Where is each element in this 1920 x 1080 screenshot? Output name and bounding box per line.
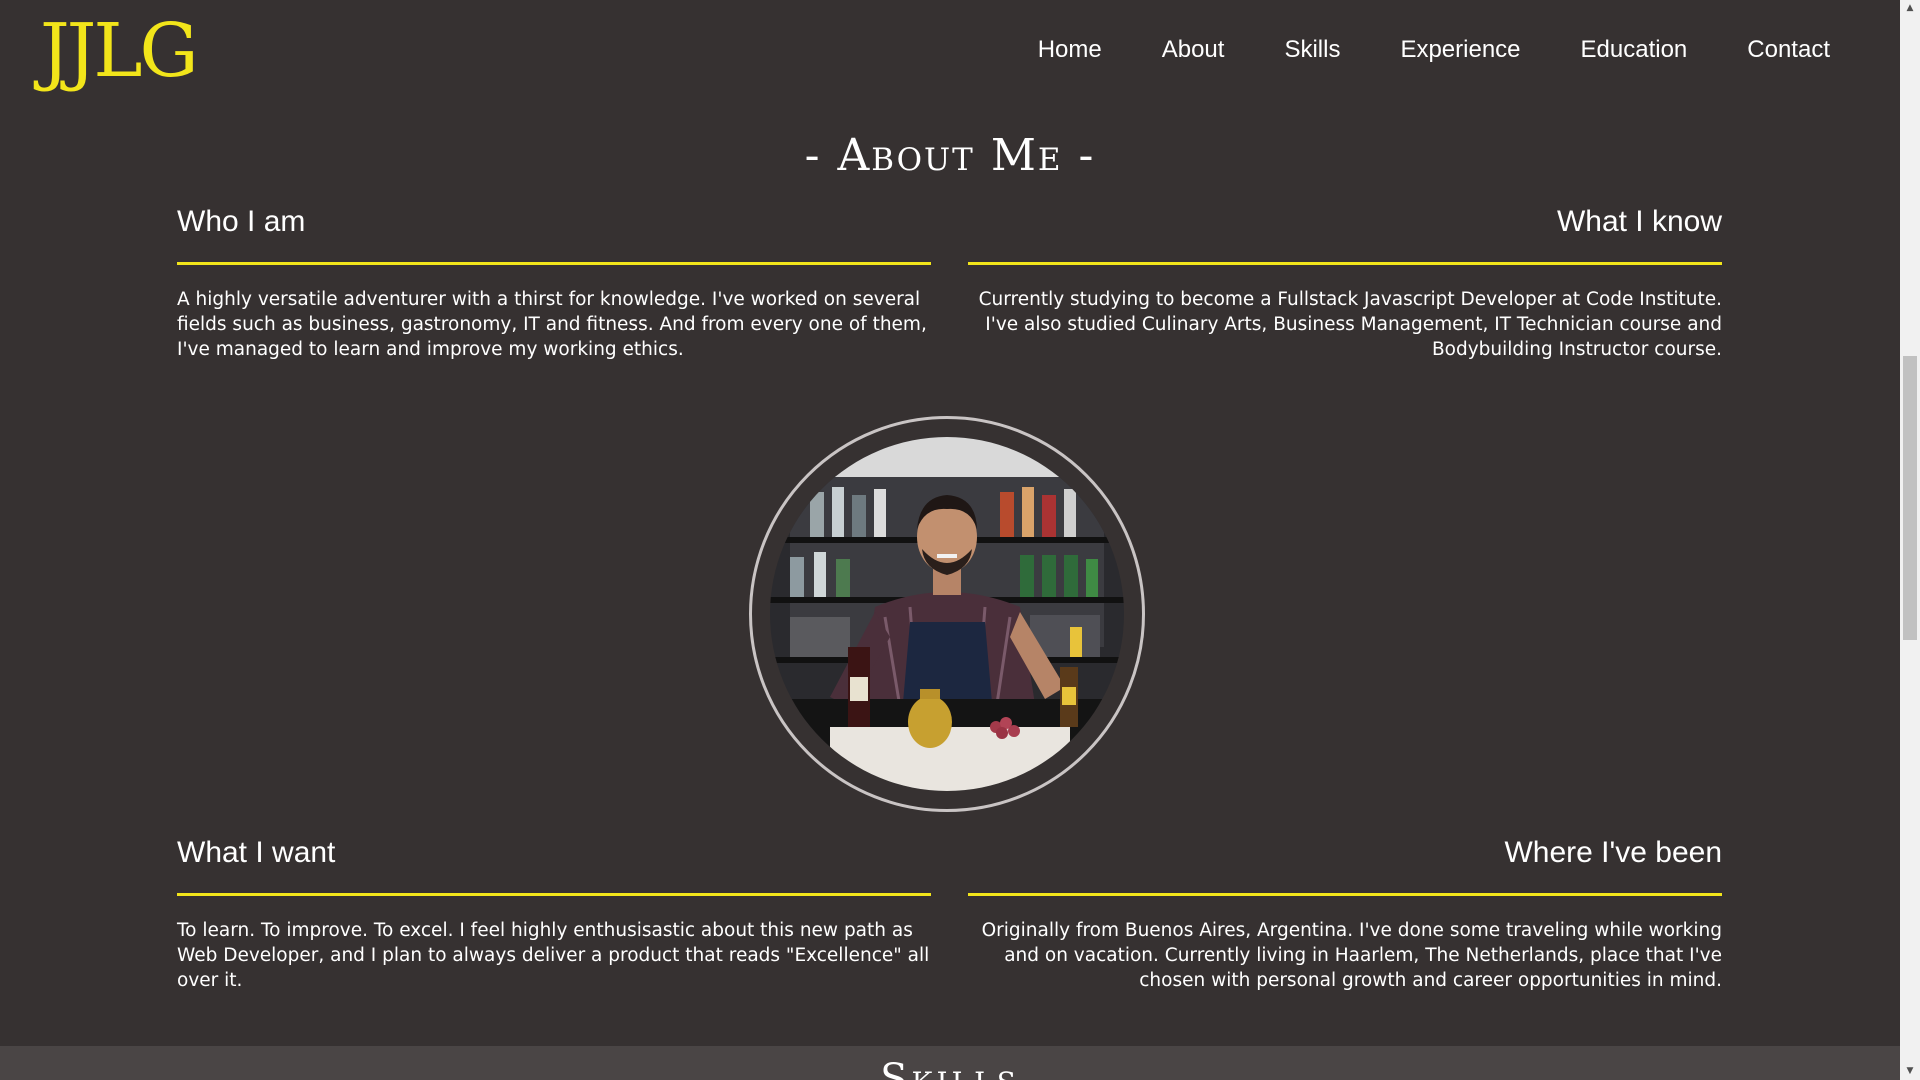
yellow-divider	[177, 893, 931, 896]
who-i-am-heading: Who I am	[177, 205, 306, 238]
what-i-know-heading: What I know	[1556, 205, 1722, 238]
yellow-divider	[968, 893, 1722, 896]
what-i-want-block: What I want To learn. To improve. To exc…	[177, 833, 931, 993]
what-i-know-block: What I know Currently studying to become…	[968, 202, 1722, 362]
skills-section-title: Skills	[880, 1056, 1020, 1080]
what-i-want-heading: What I want	[177, 836, 336, 869]
nav-about[interactable]: About	[1162, 36, 1225, 64]
where-ive-been-block: Where I've been Originally from Buenos A…	[968, 833, 1722, 993]
what-i-know-text: Currently studying to become a Fullstack…	[978, 289, 1722, 360]
where-ive-been-text: Originally from Buenos Aires, Argentina.…	[981, 920, 1722, 991]
yellow-divider	[968, 262, 1722, 265]
where-ive-been-heading: Where I've been	[1504, 836, 1722, 869]
nav-education[interactable]: Education	[1581, 36, 1688, 64]
yellow-divider	[177, 262, 931, 265]
who-i-am-block: Who I am A highly versatile adventurer w…	[177, 202, 931, 362]
scroll-up-arrow-icon[interactable]: ▲	[1900, 0, 1920, 17]
nav-experience[interactable]: Experience	[1400, 36, 1520, 64]
nav-home[interactable]: Home	[1038, 36, 1102, 64]
nav-contact[interactable]: Contact	[1747, 36, 1830, 64]
scroll-down-arrow-icon[interactable]: ▼	[1900, 1063, 1920, 1080]
scrollbar-thumb[interactable]	[1903, 356, 1917, 640]
who-i-am-text: A highly versatile adventurer with a thi…	[177, 289, 927, 360]
site-logo[interactable]: JJLG	[40, 14, 199, 88]
skills-section-peek: Skills	[0, 1046, 1900, 1080]
main-nav: Home About Skills Experience Education C…	[978, 36, 1830, 64]
profile-photo	[770, 437, 1124, 791]
nav-skills[interactable]: Skills	[1284, 36, 1340, 64]
vertical-scrollbar[interactable]: ▲ ▼	[1900, 0, 1920, 1080]
page: JJLG Home About Skills Experience Educat…	[0, 0, 1900, 1080]
what-i-want-text: To learn. To improve. To excel. I feel h…	[177, 920, 930, 991]
about-section-title: - About Me -	[804, 130, 1096, 181]
